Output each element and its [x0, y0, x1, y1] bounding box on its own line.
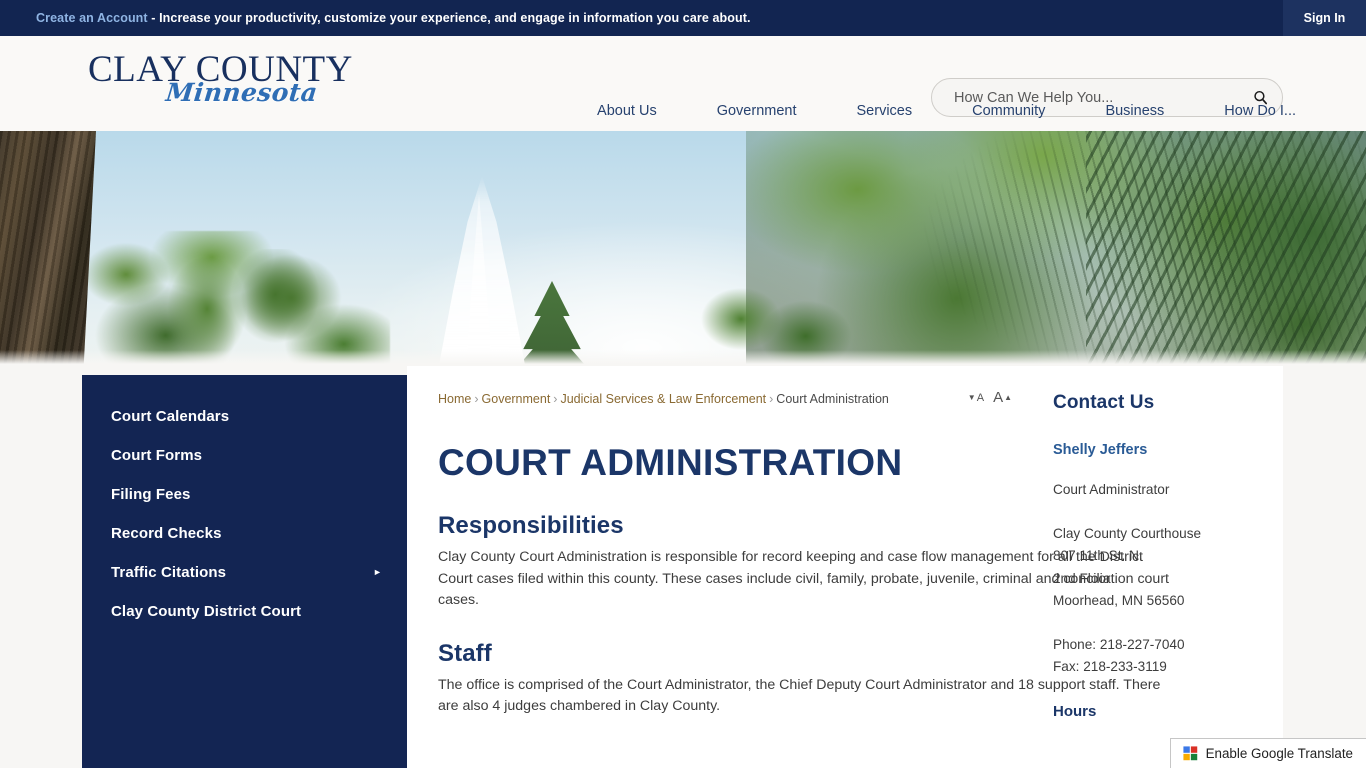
triangle-down-icon: ▼ [968, 391, 976, 405]
contact-us-panel: Contact Us Shelly Jeffers Court Administ… [1053, 366, 1283, 720]
nav-item-business[interactable]: Business [1075, 103, 1194, 131]
section-sidebar: Court Calendars Court Forms Filing Fees … [82, 375, 407, 768]
sidebar-item-label: Court Forms [111, 447, 202, 464]
breadcrumb-separator: › [766, 392, 776, 406]
google-translate-label: Enable Google Translate [1206, 746, 1353, 761]
logo-state-name: Minnesota [164, 78, 319, 107]
breadcrumb-separator: › [471, 392, 481, 406]
enable-google-translate-button[interactable]: Enable Google Translate [1170, 738, 1366, 768]
sidebar-item-label: Filing Fees [111, 486, 190, 503]
breadcrumb-item-government[interactable]: Government [482, 392, 551, 406]
decrease-font-size-button[interactable]: ▼ A [968, 391, 984, 405]
nav-item-government[interactable]: Government [687, 103, 827, 131]
contact-fax: Fax: 218-233-3119 [1053, 656, 1283, 679]
sidebar-item-court-forms[interactable]: Court Forms [82, 436, 407, 475]
spacer [1053, 502, 1283, 523]
breadcrumb-item-home[interactable]: Home [438, 392, 471, 406]
site-logo[interactable]: CLAY COUNTY Minnesota [88, 50, 388, 122]
contact-phone: Phone: 218-227-7040 [1053, 634, 1283, 657]
nav-item-how-do-i[interactable]: How Do I... [1194, 103, 1296, 131]
contact-address-line-1: Clay County Courthouse [1053, 523, 1283, 546]
sidebar-item-filing-fees[interactable]: Filing Fees [82, 475, 407, 514]
increase-font-size-label: A [993, 390, 1003, 405]
hero-bottom-fade [0, 350, 1366, 366]
sidebar-item-label: Court Calendars [111, 408, 229, 425]
account-promo-text: - Increase your productivity, customize … [148, 11, 751, 25]
sidebar-item-label: Record Checks [111, 525, 222, 542]
google-translate-icon [1182, 745, 1199, 762]
triangle-up-icon: ▲ [1004, 391, 1012, 405]
breadcrumb-separator: › [550, 392, 560, 406]
hero-tree-trunk [0, 131, 96, 366]
hero-spruce-tree [1086, 131, 1366, 366]
contact-us-title: Contact Us [1053, 392, 1283, 442]
spacer [1053, 613, 1283, 634]
contact-address-line-2: 807 11th St. N. [1053, 545, 1283, 568]
sidebar-item-label: Clay County District Court [111, 603, 301, 620]
breadcrumb-item-judicial-services[interactable]: Judicial Services & Law Enforcement [560, 392, 766, 406]
breadcrumb-item-current: Court Administration [776, 392, 889, 406]
sign-in-button[interactable]: Sign In [1283, 0, 1366, 36]
font-size-controls: ▼ A A ▲ [968, 390, 1012, 405]
contact-address-line-3: 2nd Floor [1053, 568, 1283, 591]
account-promo-message: Create an Account - Increase your produc… [0, 11, 751, 25]
increase-font-size-button[interactable]: A ▲ [993, 390, 1012, 405]
site-header: CLAY COUNTY Minnesota About Us Governmen… [0, 36, 1366, 131]
decrease-font-size-label: A [977, 392, 984, 405]
contact-person-name[interactable]: Shelly Jeffers [1053, 442, 1283, 458]
hero-banner-image [0, 131, 1366, 366]
nav-item-services[interactable]: Services [827, 103, 943, 131]
contact-hours-heading: Hours [1053, 679, 1283, 720]
chevron-right-icon: ► [373, 568, 387, 577]
sidebar-item-traffic-citations[interactable]: Traffic Citations ► [82, 553, 407, 592]
hero-left-tall-tree [150, 249, 340, 366]
create-account-link[interactable]: Create an Account [36, 11, 148, 25]
contact-person-role: Court Administrator [1053, 479, 1283, 502]
contact-address-line-4: Moorhead, MN 56560 [1053, 590, 1283, 613]
sidebar-item-court-calendars[interactable]: Court Calendars [82, 397, 407, 436]
sidebar-item-clay-county-district-court[interactable]: Clay County District Court [82, 592, 407, 631]
main-navigation: About Us Government Services Community B… [567, 93, 1296, 131]
top-utility-bar: Create an Account - Increase your produc… [0, 0, 1366, 36]
sidebar-item-record-checks[interactable]: Record Checks [82, 514, 407, 553]
page-body: Court Calendars Court Forms Filing Fees … [0, 366, 1366, 768]
nav-item-about-us[interactable]: About Us [567, 103, 687, 131]
sidebar-item-label: Traffic Citations [111, 564, 226, 581]
nav-item-community[interactable]: Community [942, 103, 1075, 131]
spacer [1053, 458, 1283, 479]
